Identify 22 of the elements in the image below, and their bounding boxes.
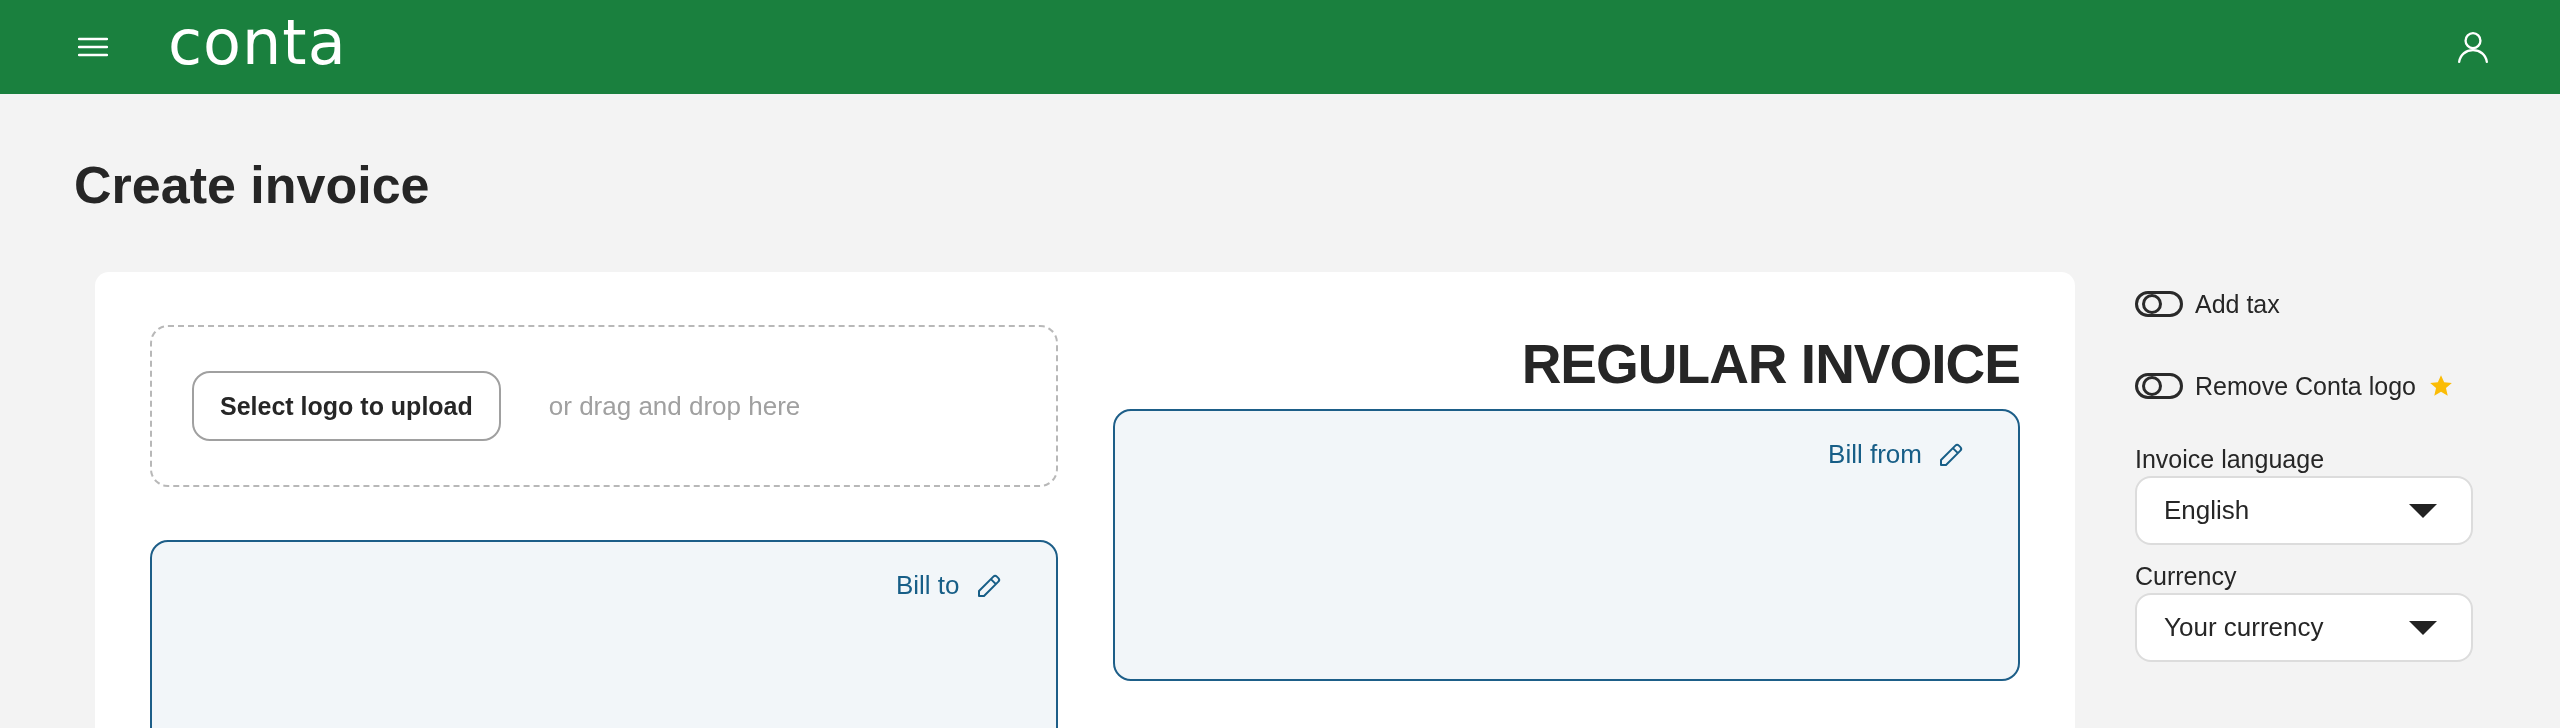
invoice-type-title: REGULAR INVOICE	[1520, 332, 2020, 397]
logo-drop-zone[interactable]: Select logo to upload or drag and drop here	[150, 325, 1058, 487]
caret-icon	[2409, 620, 2437, 635]
bill-to-label: Bill to	[895, 570, 960, 601]
toggle-label: Add tax	[2195, 289, 2280, 319]
drop-hint: or drag and drop here	[548, 390, 801, 422]
bill-from-box[interactable]: Bill from	[1112, 409, 2020, 681]
dropdown[interactable]: English	[2135, 476, 2473, 545]
toggle-switch[interactable]	[2135, 291, 2183, 317]
bill-from-label: Bill from	[1828, 439, 1922, 470]
user-icon[interactable]	[2456, 30, 2490, 64]
logo[interactable]: conta	[168, 12, 347, 74]
toggle-switch[interactable]	[2135, 373, 2183, 399]
bill-to-box[interactable]: Bill to	[150, 540, 1058, 728]
select-label: Currency	[2135, 561, 2238, 592]
menu-icon[interactable]	[78, 37, 108, 57]
select-label: Invoice language	[2135, 444, 2326, 475]
upload-logo-button[interactable]: Select logo to upload	[192, 371, 501, 441]
toggle-label: Remove Conta logo	[2195, 371, 2416, 401]
caret-icon	[2409, 503, 2437, 518]
page-title: Create invoice	[74, 155, 431, 216]
dropdown[interactable]: Your currency	[2135, 593, 2473, 662]
